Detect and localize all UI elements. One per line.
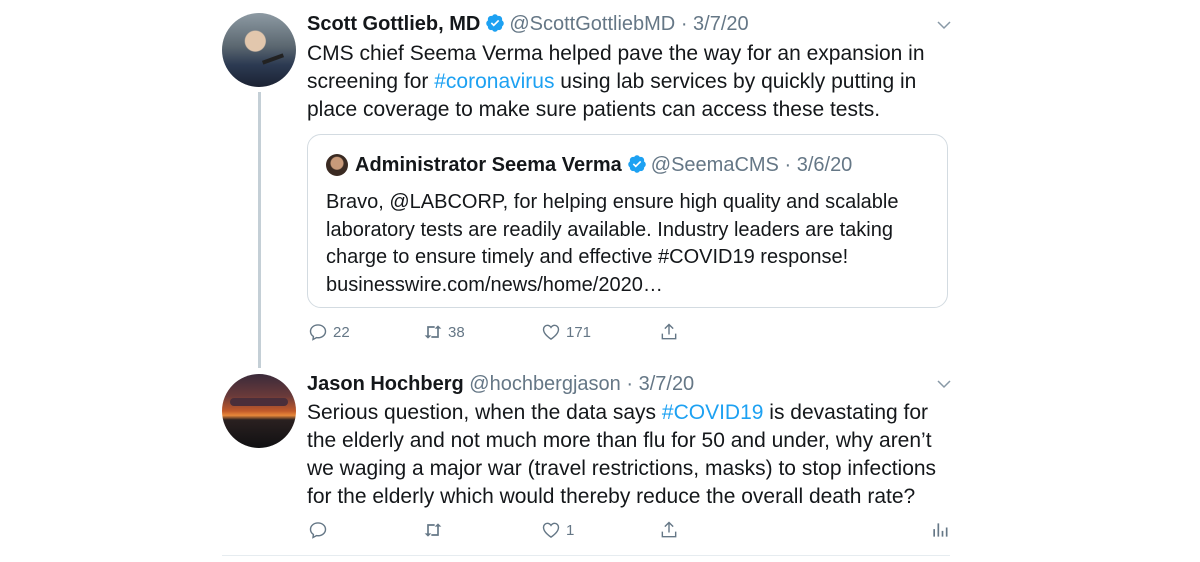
separator-dot: · [626,373,634,395]
reply-icon [309,522,327,539]
author-name[interactable]: Scott Gottlieb, MD [307,13,480,35]
separator-dot: · [680,13,688,35]
quoted-tweet-date: 3/6/20 [796,154,853,176]
analytics-button[interactable] [930,518,955,542]
avatar-scott-gottlieb[interactable] [222,13,296,87]
heart-icon [542,324,560,340]
hashtag-link[interactable]: #coronavirus [434,70,554,93]
separator-dot: · [784,154,792,176]
like-count: 1 [566,521,575,539]
share-icon [661,521,677,538]
reply-button[interactable] [308,518,333,542]
retweet-count: 38 [448,323,465,341]
tweet-date[interactable]: 3/7/20 [639,373,695,395]
retweet-icon [424,325,442,339]
quoted-tweet-text: Bravo, @LABCORP, for helping ensure high… [326,191,899,296]
tweet-thread: Scott Gottlieb, MD @ScottGottliebMD · 3/7… [0,0,1200,562]
share-icon [661,323,677,340]
tweet-text: Serious question, when the data says #CO… [307,399,947,511]
author-handle[interactable]: @ScottGottliebMD [509,13,675,35]
quoted-avatar [326,154,348,176]
chevron-down-icon[interactable] [935,375,953,393]
tweet-date[interactable]: 3/7/20 [693,13,749,35]
reply-button[interactable]: 22 [308,320,350,344]
tweet-text: CMS chief Seema Verma helped pave the wa… [307,40,947,124]
retweet-button[interactable]: 38 [423,320,465,344]
analytics-icon [933,523,948,537]
like-button[interactable]: 1 [541,518,574,542]
author-name[interactable]: Jason Hochberg [307,373,464,395]
avatar-jason-hochberg[interactable] [222,374,296,448]
tweet-header: Jason Hochberg @hochbergjason · 3/7/20 [307,372,694,396]
author-handle[interactable]: @hochbergjason [469,373,621,395]
chevron-down-icon[interactable] [935,16,953,34]
quoted-author-name: Administrator Seema Verma [355,154,622,176]
like-button[interactable]: 171 [541,320,591,344]
quoted-tweet[interactable]: Administrator Seema Verma @SeemaCMS · 3/6… [307,134,948,308]
verified-badge-icon [486,14,505,32]
quoted-tweet-header: Administrator Seema Verma @SeemaCMS · 3/6… [355,152,852,178]
hashtag-link[interactable]: #COVID19 [662,401,764,424]
quoted-author-handle: @SeemaCMS [650,154,779,176]
reply-count: 22 [333,323,350,341]
reply-icon [309,324,327,341]
retweet-icon [424,523,442,537]
retweet-button[interactable] [423,518,448,542]
verified-badge-icon [628,155,646,173]
tweet-text-part: Serious question, when the data says [307,401,662,424]
tweet-divider [222,555,950,556]
heart-icon [542,522,560,538]
share-button[interactable] [659,518,684,542]
share-button[interactable] [659,320,684,344]
like-count: 171 [566,323,592,341]
thread-connector-line [258,92,261,368]
tweet-header: Scott Gottlieb, MD @ScottGottliebMD · 3/7… [307,12,749,36]
